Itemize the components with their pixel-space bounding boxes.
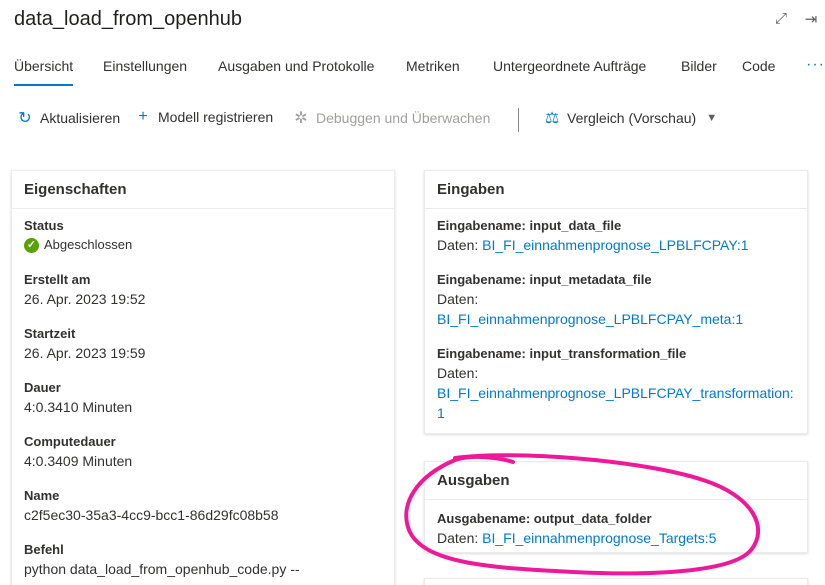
command-field: Befehl python data_load_from_openhub_cod…	[24, 541, 382, 579]
compare-label: Vergleich (Vorschau)	[567, 110, 697, 126]
status-badge: Abgeschlossen	[44, 237, 133, 252]
properties-header: Eigenschaften	[12, 171, 394, 209]
toolbar: ↻ Aktualisieren + Modell registrieren ✲ …	[16, 108, 825, 134]
tab-overview[interactable]: Übersicht	[14, 58, 74, 86]
status-label: Status	[24, 218, 64, 233]
tab-outputs-logs[interactable]: Ausgaben und Protokolle	[218, 58, 374, 74]
input-data-link[interactable]: BI_FI_einnahmenprognose_LPBLFCPAY:1	[482, 237, 748, 253]
tab-settings[interactable]: Einstellungen	[103, 58, 187, 74]
input-data-prefix: Daten:	[437, 365, 479, 381]
command-value: python data_load_from_openhub_code.py --	[24, 561, 300, 577]
input-item: Eingabename: input_metadata_file Daten: …	[437, 271, 795, 329]
debug-monitor-button[interactable]: ✲ Debuggen und Überwachen	[292, 108, 490, 128]
window-controls: ⤢ ⇥	[773, 10, 819, 28]
tab-code[interactable]: Code	[742, 58, 775, 74]
inputs-header: Eingaben	[425, 171, 807, 209]
plus-icon: +	[138, 108, 148, 125]
tab-child-jobs[interactable]: Untergeordnete Aufträge	[493, 58, 646, 74]
duration-value: 4:0.3410 Minuten	[24, 399, 133, 415]
compute-duration-field: Computedauer 4:0.3409 Minuten	[24, 433, 382, 471]
name-label: Name	[24, 488, 60, 503]
refresh-button[interactable]: ↻ Aktualisieren	[16, 108, 120, 128]
next-card	[424, 578, 808, 585]
inputs-card: Eingaben Eingabename: input_data_file Da…	[424, 170, 808, 434]
command-label: Befehl	[24, 542, 64, 557]
refresh-label: Aktualisieren	[40, 110, 121, 126]
input-name-label: Eingabename: input_metadata_file	[437, 272, 652, 287]
tab-metrics[interactable]: Metriken	[406, 58, 460, 74]
refresh-icon: ↻	[18, 110, 32, 127]
highlight-annotation	[404, 453, 761, 576]
input-name-label: Eingabename: input_transformation_file	[437, 346, 687, 361]
created-label: Erstellt am	[24, 272, 91, 287]
duration-label: Dauer	[24, 380, 61, 395]
panel-icon[interactable]: ⇥	[803, 10, 819, 28]
more-tabs-button[interactable]: ···	[806, 56, 825, 74]
compute-duration-label: Computedauer	[24, 434, 116, 449]
expand-icon[interactable]: ⤢	[773, 10, 789, 28]
name-field: Name c2f5ec30-35a3-4cc9-bcc1-86d29fc08b5…	[24, 487, 382, 525]
input-item: Eingabename: input_data_file Daten: BI_F…	[437, 217, 795, 255]
bug-icon: ✲	[294, 110, 308, 127]
input-name-label: Eingabename: input_data_file	[437, 218, 622, 233]
debug-monitor-label: Debuggen und Überwachen	[316, 110, 491, 126]
created-value: 26. Apr. 2023 19:52	[24, 291, 146, 307]
status-field: Status ✓ Abgeschlossen	[24, 217, 382, 255]
created-field: Erstellt am 26. Apr. 2023 19:52	[24, 271, 382, 309]
toolbar-divider	[518, 108, 519, 132]
input-data-prefix: Daten:	[437, 237, 483, 253]
start-value: 26. Apr. 2023 19:59	[24, 345, 146, 361]
tab-images[interactable]: Bilder	[681, 58, 717, 74]
register-model-label: Modell registrieren	[158, 109, 274, 125]
page-title: data_load_from_openhub	[14, 8, 242, 30]
highlight-stroke	[404, 453, 761, 576]
compare-dropdown[interactable]: ⚖ Vergleich (Vorschau) ▼	[543, 108, 717, 128]
name-value: c2f5ec30-35a3-4cc9-bcc1-86d29fc08b58	[24, 507, 279, 523]
compare-icon: ⚖	[544, 110, 560, 127]
start-field: Startzeit 26. Apr. 2023 19:59	[24, 325, 382, 363]
check-icon: ✓	[24, 237, 39, 253]
input-data-link[interactable]: BI_FI_einnahmenprognose_LPBLFCPAY_transf…	[437, 385, 794, 421]
compute-duration-value: 4:0.3409 Minuten	[24, 453, 133, 469]
duration-field: Dauer 4:0.3410 Minuten	[24, 379, 382, 417]
tab-bar: Übersicht Einstellungen Ausgaben und Pro…	[14, 56, 825, 92]
register-model-button[interactable]: + Modell registrieren	[134, 108, 273, 126]
input-item: Eingabename: input_transformation_file D…	[437, 345, 795, 423]
input-data-prefix: Daten:	[437, 291, 479, 307]
input-data-link[interactable]: BI_FI_einnahmenprognose_LPBLFCPAY_meta:1	[437, 311, 743, 327]
start-label: Startzeit	[24, 326, 76, 341]
chevron-down-icon: ▼	[706, 112, 718, 124]
properties-card: Eigenschaften Status ✓ Abgeschlossen Ers…	[11, 170, 395, 585]
